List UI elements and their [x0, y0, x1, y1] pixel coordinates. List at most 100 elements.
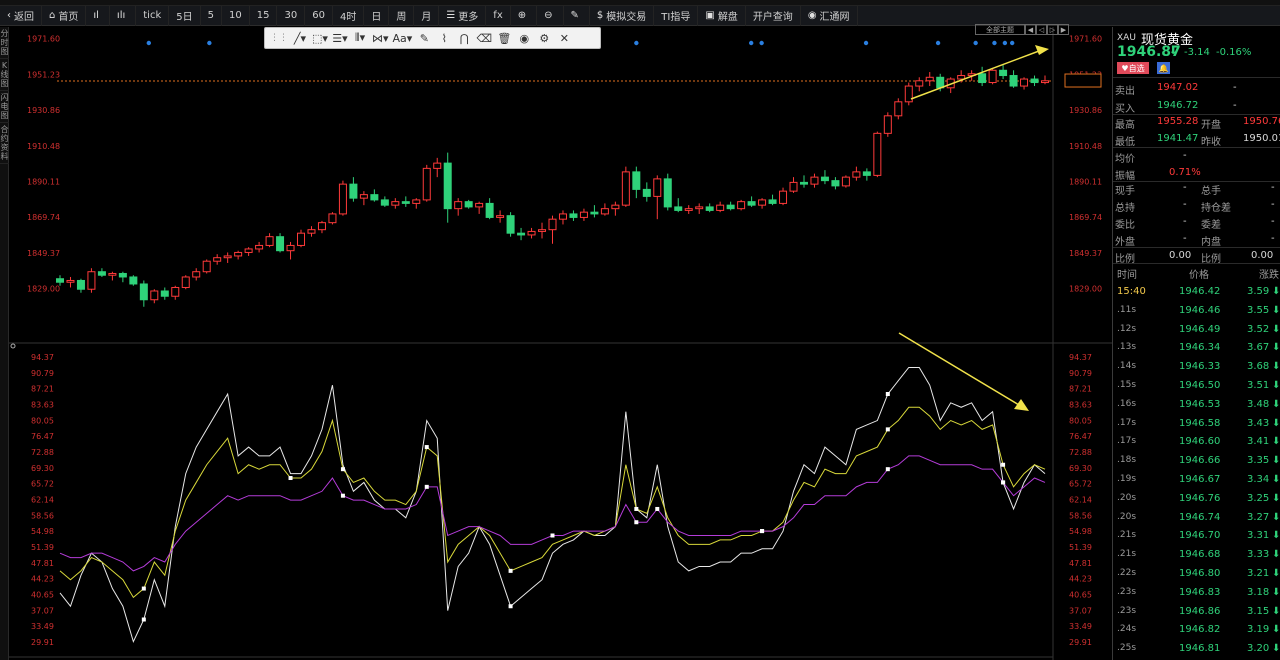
left-nav-item-1[interactable]: K线图 — [0, 59, 9, 91]
toolbar-sim-trade-button[interactable]: $ 模拟交易 — [590, 5, 655, 26]
toolbar-tick-button[interactable]: tick — [136, 5, 170, 26]
candle-body — [213, 257, 222, 262]
theme-nav-last-icon[interactable]: ▶ — [1058, 24, 1069, 35]
toolbar-4h-button[interactable]: 4时 — [333, 5, 365, 26]
tick-change: 3.21 — [1247, 568, 1270, 579]
toolbar-day-button[interactable]: 日 — [364, 5, 390, 26]
rsi-toggle-icon[interactable] — [10, 343, 16, 349]
chart-svg[interactable]: 1971.601971.601951.231951.231930.861930.… — [9, 27, 1112, 660]
day-label: 日 — [371, 12, 382, 23]
candle-body — [307, 229, 316, 234]
grip-icon[interactable]: ⋮⋮ — [268, 28, 290, 48]
quote-tot-hold-label: 总持 — [1115, 203, 1135, 214]
toolbar-formula-button[interactable]: fx — [486, 5, 511, 26]
toolbar-candle-type-button[interactable]: ılı — [110, 5, 137, 26]
signal-dot — [1002, 40, 1008, 46]
toolbar-month-button[interactable]: 月 — [414, 5, 440, 26]
theme-nav-prev-icon[interactable]: ◁ — [1036, 24, 1047, 35]
pen-icon[interactable]: ✎ — [414, 28, 434, 48]
toolbar-chart-type-button[interactable]: ıl — [86, 5, 110, 26]
tick-row: .23s 1946.83 3.18 ⬇ — [1113, 584, 1280, 602]
fib-tool-icon[interactable]: ⦀▾ — [350, 28, 370, 48]
toolbar-analysis-button[interactable]: ▣ 解盘 — [698, 5, 746, 26]
price-axis-right-label: 1930.86 — [1069, 106, 1102, 115]
left-nav-item-0[interactable]: 分时图 — [0, 27, 9, 59]
toolbar-60m-button[interactable]: 60 — [305, 5, 333, 26]
brush-icon[interactable]: ⌇ — [434, 28, 454, 48]
toolbar-10m-button[interactable]: 10 — [222, 5, 250, 26]
tick-time: .24s — [1117, 624, 1137, 635]
eye-icon[interactable]: ◉ — [514, 28, 534, 48]
4h-label: 4时 — [339, 12, 357, 23]
candle-body — [265, 236, 274, 246]
toolbar-huitong-button[interactable]: ◉ 汇通网 — [801, 5, 858, 26]
tick-price: 1946.50 — [1179, 380, 1221, 391]
toolbar-more-button[interactable]: ☰ 更多 — [439, 5, 487, 26]
rsi-line-rsi2 — [59, 406, 1046, 599]
gear-icon[interactable]: ⚙ — [534, 28, 554, 48]
pattern-tool-icon[interactable]: ⋈▾ — [370, 28, 391, 48]
close-icon[interactable]: ✕ — [554, 28, 574, 48]
toolbar-ti-guide-button[interactable]: TI指导 — [654, 5, 699, 26]
candle-body — [695, 206, 704, 210]
rsi-axis-left-label: 44.23 — [31, 575, 54, 584]
toolbar-5d-button[interactable]: 5日 — [169, 5, 201, 26]
text-tool-icon[interactable]: Aa▾ — [391, 28, 415, 48]
quote-cur-hand-value: - — [1183, 182, 1187, 193]
signal-dot — [207, 40, 212, 46]
kline-chart[interactable]: 1971.601971.601951.231951.231930.861930.… — [9, 27, 1112, 660]
back-label: 返回 — [14, 12, 34, 23]
tick-change: 3.19 — [1247, 624, 1270, 636]
down-arrow-icon: ⬇ — [1272, 643, 1280, 655]
channel-tool-icon[interactable]: ☰▾ — [330, 28, 350, 48]
quote-sell-dash: - — [1233, 82, 1237, 93]
rsi-line-rsi1 — [59, 366, 1046, 643]
toolbar-draw-button[interactable]: ✎ — [564, 5, 590, 26]
rsi-axis-right-label: 87.21 — [1069, 385, 1092, 394]
quote-info-row: 现手 - 总手 - — [1113, 179, 1280, 197]
rsi-axis-right-label: 65.72 — [1069, 480, 1092, 489]
quote-bi-value2: 0.00 — [1251, 250, 1274, 261]
rsi-marker — [141, 617, 146, 622]
toolbar-week-button[interactable]: 周 — [389, 5, 415, 26]
toolbar-home-button[interactable]: ⌂ 首页 — [42, 5, 87, 26]
huitong-label: 汇通网 — [819, 12, 850, 23]
toolbar-account-button[interactable]: 开户查询 — [746, 5, 801, 26]
left-nav-item-2[interactable]: 闪电图 — [0, 91, 9, 123]
rsi-axis-right-label: 40.65 — [1069, 591, 1092, 600]
draw-icon: ✎ — [570, 10, 579, 21]
quote-info-row: 卖出 1947.02 - — [1113, 79, 1280, 97]
alert-bell-icon[interactable]: 🔔 — [1157, 62, 1170, 74]
candle-body — [244, 248, 253, 253]
toolbar-zoom-in-button[interactable]: ⊕ — [511, 5, 538, 26]
tick-price: 1946.60 — [1179, 436, 1221, 448]
theme-button[interactable]: 全部主题 — [975, 24, 1025, 35]
toolbar-5m-button[interactable]: 5 — [201, 5, 223, 26]
rsi-axis-left-label: 69.30 — [31, 464, 54, 473]
theme-nav-next-icon[interactable]: ▷ — [1047, 24, 1058, 35]
symbol-code: XAU — [1117, 33, 1136, 43]
toolbar-15m-button[interactable]: 15 — [250, 5, 278, 26]
rect-tool-icon[interactable]: ⬚▾ — [310, 28, 330, 48]
eraser-icon[interactable]: ⌫ — [474, 28, 494, 48]
theme-nav-first-icon[interactable]: ◀ — [1025, 24, 1036, 35]
tick-time: .20s — [1117, 511, 1137, 522]
down-arrow-icon: ⬇ — [1272, 511, 1280, 523]
rsi-axis-right-label: 51.39 — [1069, 543, 1092, 552]
add-favorite-button[interactable]: ♥ 自选 — [1117, 62, 1149, 74]
tick-row: .23s 1946.86 3.15 ⬇ — [1113, 603, 1280, 621]
magnet-icon[interactable]: ⋂ — [454, 28, 474, 48]
down-arrow-icon: ⬇ — [1272, 304, 1280, 316]
line-tool-icon[interactable]: ╱▾ — [290, 28, 310, 48]
toolbar-zoom-out-button[interactable]: ⊖ — [537, 5, 564, 26]
toolbar-30m-button[interactable]: 30 — [277, 5, 306, 26]
chart-type-icon: ıl — [93, 10, 99, 21]
quote-nei-value: - — [1271, 233, 1275, 244]
rsi-marker — [760, 529, 765, 534]
toolbar-back-button[interactable]: ‹ 返回 — [0, 5, 42, 26]
left-nav-item-3[interactable]: 合约资料 — [0, 123, 9, 164]
rsi-axis-right-label: 58.56 — [1069, 511, 1092, 520]
trash-icon[interactable]: 🗑 — [494, 28, 514, 48]
candle-body — [370, 194, 379, 201]
tick-change: 3.52 — [1247, 323, 1270, 335]
